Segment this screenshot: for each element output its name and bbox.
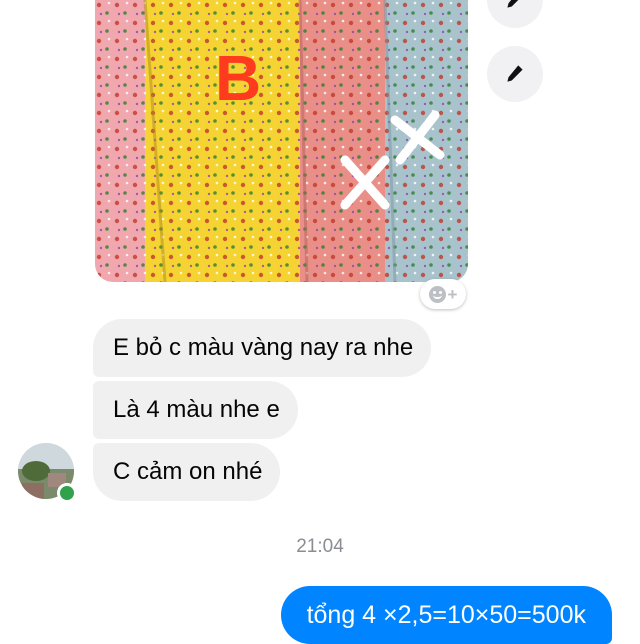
message-bubble-received[interactable]: C cảm on nhé — [93, 443, 281, 501]
message-bubble-received[interactable]: E bỏ c màu vàng nay ra nhe — [93, 319, 432, 377]
edit-button-top[interactable] — [487, 0, 543, 28]
online-status-indicator — [57, 483, 77, 503]
edit-pencil-icon — [507, 0, 519, 8]
smiley-add-icon — [428, 285, 446, 303]
add-reaction-button[interactable]: + — [420, 279, 466, 309]
message-timestamp: 21:04 — [296, 536, 344, 557]
message-bubble-received[interactable]: Là 4 màu nhe e — [93, 381, 298, 439]
marking-letter: B — [215, 42, 261, 114]
shared-fabric-photo[interactable]: B — [95, 0, 468, 282]
edit-button[interactable] — [487, 46, 543, 102]
fabric-photo-image: B — [95, 0, 468, 282]
message-bubble-sent[interactable]: tổng 4 ×2,5=10×50=500k — [280, 586, 612, 644]
reaction-plus: + — [447, 284, 458, 304]
edit-pencil-icon — [507, 65, 523, 82]
